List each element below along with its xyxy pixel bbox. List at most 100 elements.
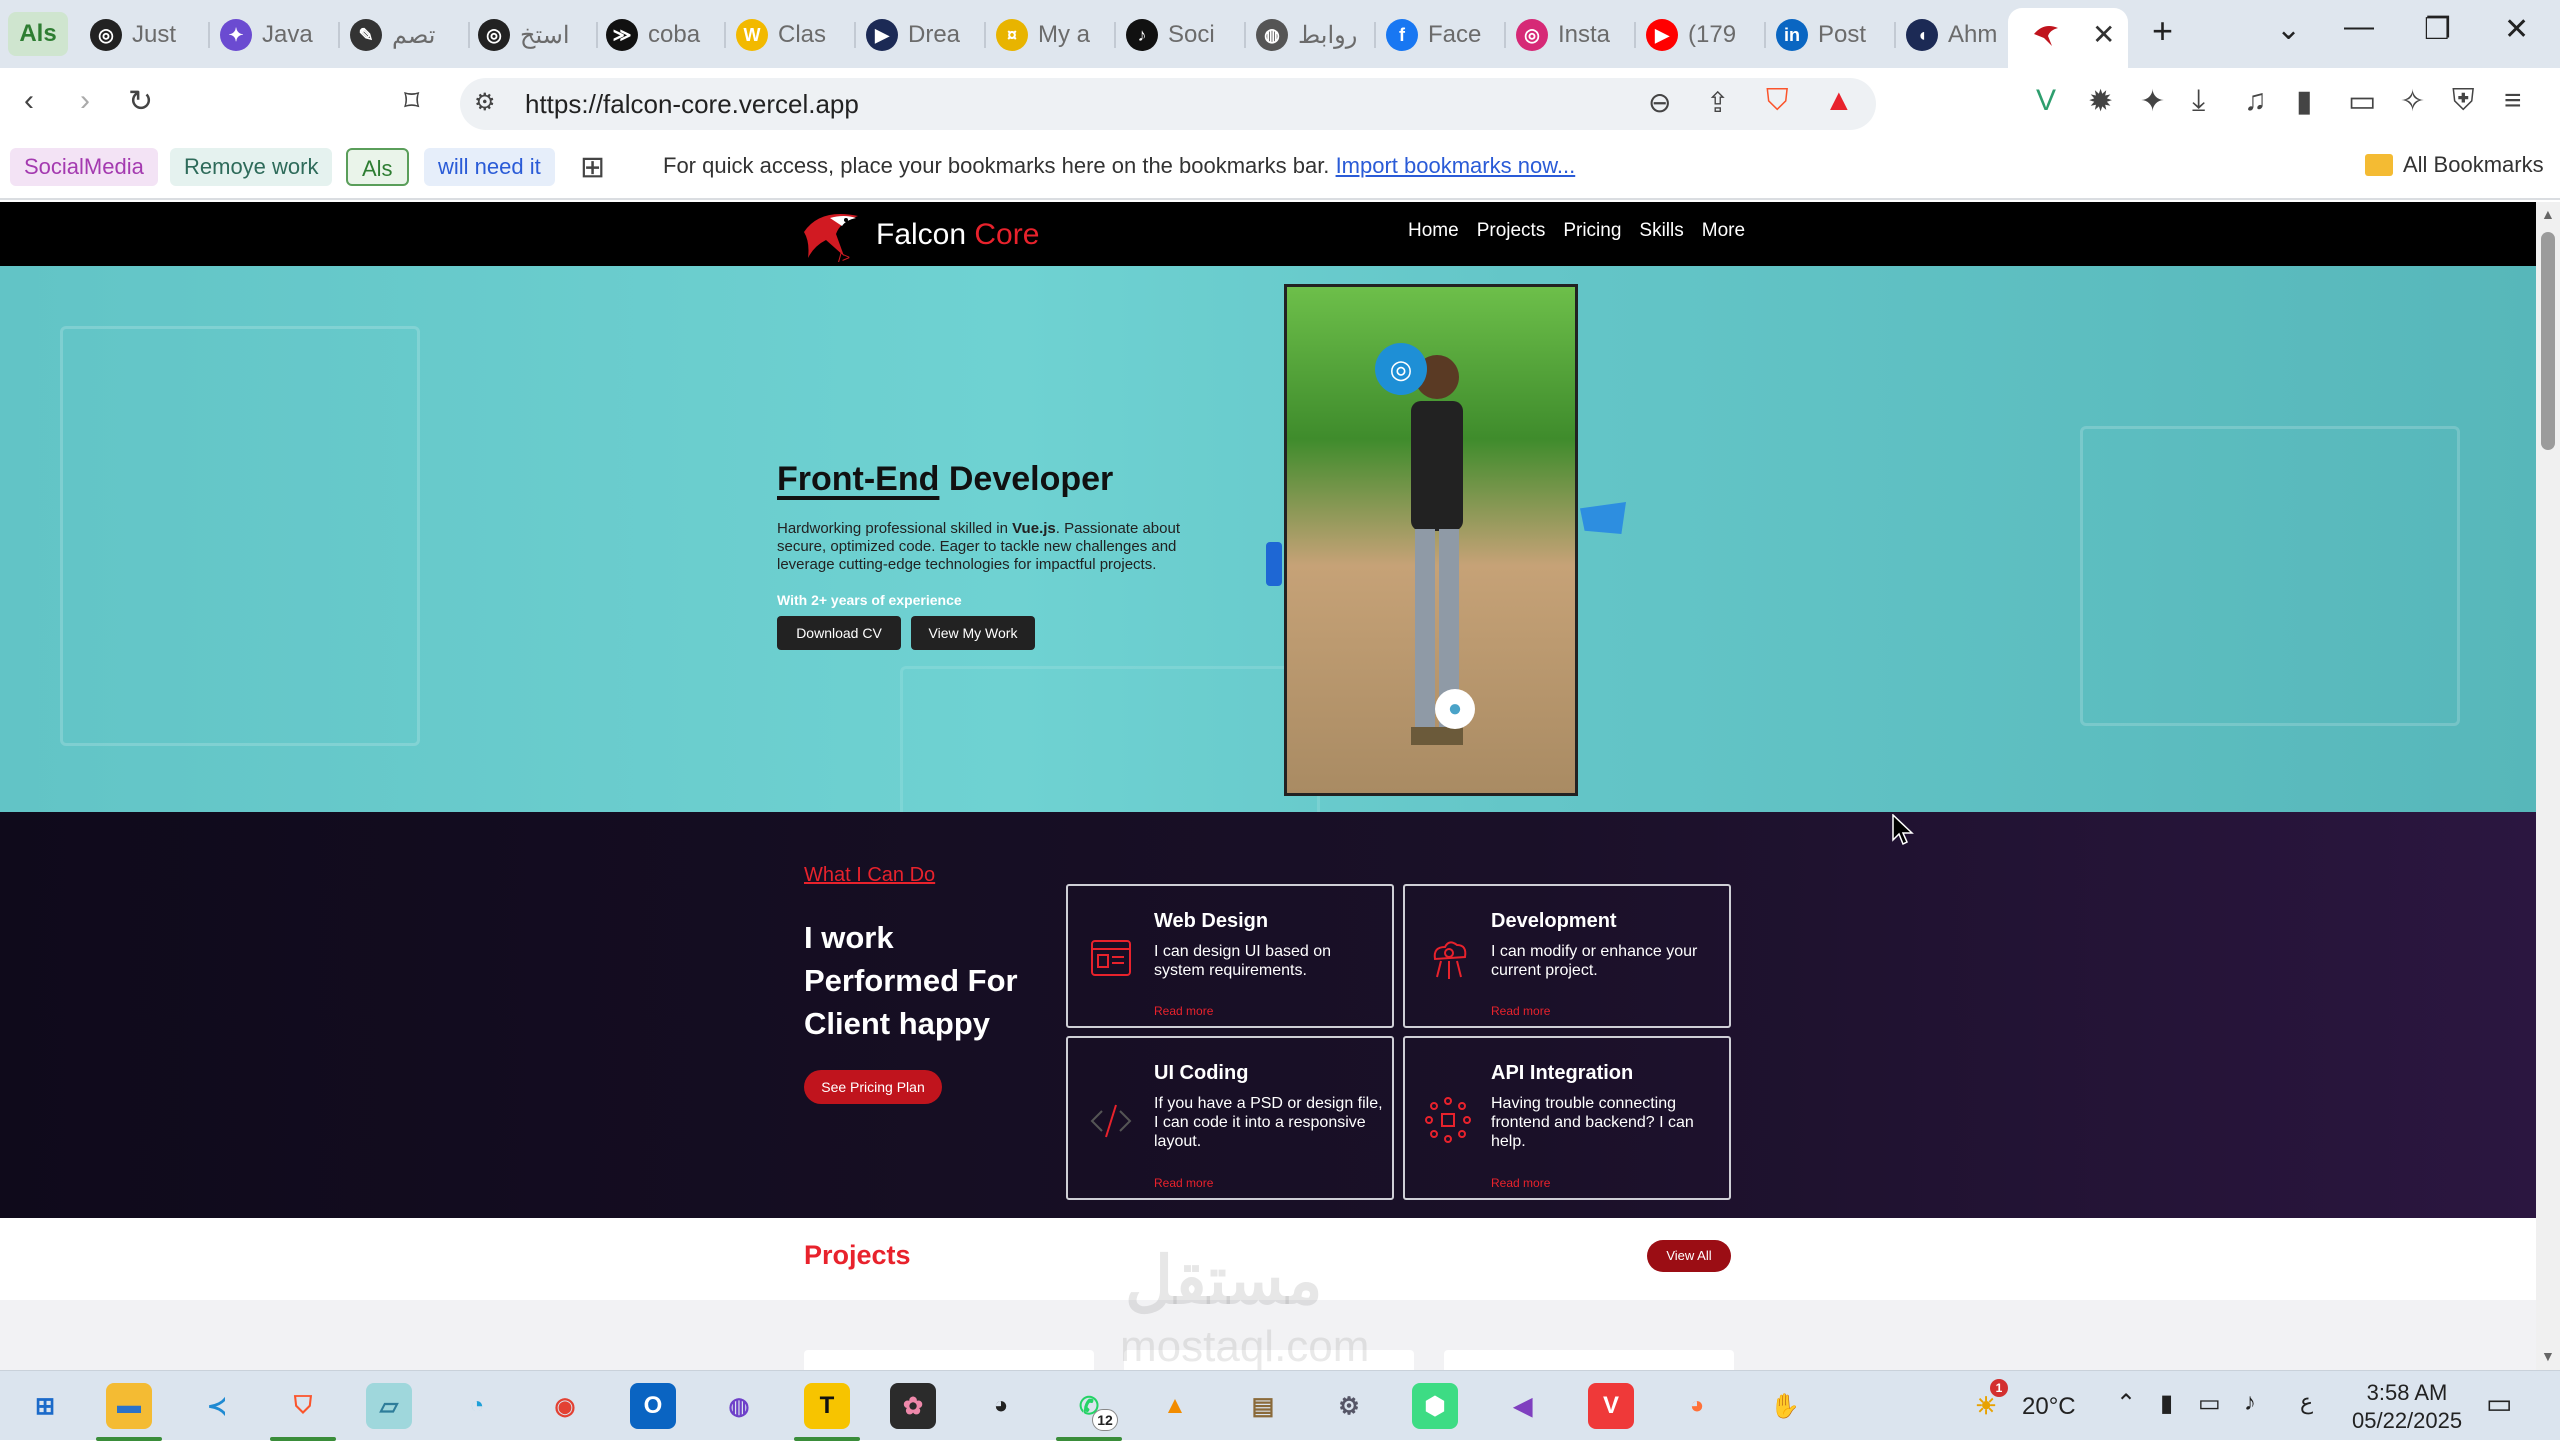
tray-clock[interactable]: 3:58 AM 05/22/2025	[2352, 1379, 2462, 1435]
tab-2[interactable]: ✦ Java	[220, 12, 332, 58]
tab-search-chevron-icon[interactable]: ⌄	[2276, 12, 2301, 47]
project-card[interactable]	[804, 1350, 1094, 1370]
tab-14[interactable]: in Post	[1776, 12, 1888, 58]
firefox-icon[interactable]: ◕	[1674, 1383, 1720, 1429]
bookmark-icon[interactable]: ⌑	[404, 84, 419, 119]
visual-studio-icon[interactable]: ◀	[1500, 1383, 1546, 1429]
address-bar[interactable]: ⚙ https://falcon-core.vercel.app ⊖ ⇪ ⛉ ▲	[460, 78, 1876, 130]
nav-pricing[interactable]: Pricing	[1563, 220, 1621, 242]
scroll-up-icon[interactable]: ▲	[2541, 206, 2555, 222]
outlook-icon[interactable]: O	[630, 1383, 676, 1429]
bookmark-folder-2[interactable]: Als	[346, 148, 409, 186]
scroll-down-icon[interactable]: ▼	[2541, 1348, 2555, 1364]
nav-home[interactable]: Home	[1408, 220, 1459, 242]
site-settings-icon[interactable]: ⚙	[474, 88, 496, 117]
notifications-icon[interactable]: ▭	[2486, 1387, 2512, 1420]
winrar-icon[interactable]: ▤	[1240, 1383, 1286, 1429]
file-explorer-icon[interactable]: ▬	[106, 1383, 152, 1429]
read-more-link[interactable]: Read more	[1154, 1176, 1213, 1190]
linkedin-float-icon[interactable]	[1266, 542, 1282, 586]
android-studio-icon[interactable]: ⬢	[1412, 1383, 1458, 1429]
all-bookmarks-button[interactable]: All Bookmarks	[2365, 152, 2544, 178]
github-float-icon[interactable]: ●	[1435, 689, 1475, 729]
chrome-icon[interactable]: ◉	[542, 1383, 588, 1429]
wallet-icon[interactable]: ▭	[2348, 84, 2376, 119]
obs-icon[interactable]: ◕	[978, 1383, 1024, 1429]
nav-projects[interactable]: Projects	[1477, 220, 1546, 242]
brave-rewards-icon[interactable]: ▲	[1824, 84, 1854, 118]
service-card-ui-coding[interactable]: UI Coding If you have a PSD or design fil…	[1066, 1036, 1394, 1200]
zoom-out-icon[interactable]: ⊖	[1648, 86, 1671, 119]
service-card-web-design[interactable]: Web Design I can design UI based on syste…	[1066, 884, 1394, 1028]
nav-more[interactable]: More	[1702, 220, 1745, 242]
menu-icon[interactable]: ≡	[2504, 84, 2522, 118]
falcon-app-icon[interactable]: ✋	[1762, 1383, 1808, 1429]
read-more-link[interactable]: Read more	[1491, 1176, 1550, 1190]
volume-icon[interactable]: ♪	[2244, 1389, 2256, 1417]
tab-3[interactable]: ✎ تصم	[350, 12, 462, 58]
nav-skills[interactable]: Skills	[1639, 220, 1683, 242]
whatsapp-icon[interactable]: ✆ 12	[1066, 1383, 1118, 1431]
vivaldi-icon[interactable]: V	[1588, 1383, 1634, 1429]
edge-icon[interactable]: ◔	[454, 1383, 500, 1429]
brave-shield-icon[interactable]: ⛉	[1766, 84, 1789, 118]
apps-grid-icon[interactable]: ⊞	[580, 150, 605, 185]
tab-6[interactable]: W Clas	[736, 12, 848, 58]
davinci-icon[interactable]: ✿	[890, 1383, 936, 1429]
minimize-button[interactable]: —	[2344, 10, 2374, 44]
network-icon[interactable]: ▭	[2198, 1389, 2221, 1418]
read-more-link[interactable]: Read more	[1154, 1004, 1213, 1018]
tab-7[interactable]: ▶ Drea	[866, 12, 978, 58]
notes-icon[interactable]: ▱	[366, 1383, 412, 1429]
close-tab-icon[interactable]: ✕	[2092, 18, 2115, 51]
tab-active-falcon-core[interactable]: ✕	[2008, 8, 2128, 68]
weather-icon[interactable]: ☀ 1	[1966, 1379, 2008, 1429]
page-scrollbar[interactable]: ▲ ▼	[2536, 202, 2560, 1370]
vue-devtools-icon[interactable]: V	[2036, 84, 2056, 118]
control-panel-icon[interactable]: ⚙	[1326, 1383, 1372, 1429]
forward-icon[interactable]: ›	[80, 84, 90, 118]
brave-icon[interactable]: ⛉	[280, 1383, 326, 1429]
sublime-icon[interactable]: T	[804, 1383, 850, 1429]
tab-10[interactable]: ◍ روابط	[1256, 12, 1368, 58]
download-cv-button[interactable]: Download CV	[777, 616, 901, 650]
tab-15[interactable]: ◖ Ahm	[1906, 12, 2018, 58]
tab-9[interactable]: ♪ Soci	[1126, 12, 1238, 58]
extensions-icon[interactable]: ✦	[2140, 84, 2165, 119]
tab-1[interactable]: ◎ Just	[90, 12, 202, 58]
microphone-icon[interactable]: ▮	[2160, 1389, 2173, 1418]
vlc-icon[interactable]: ▲	[1152, 1383, 1198, 1429]
read-more-link[interactable]: Read more	[1491, 1004, 1550, 1018]
instagram-float-icon[interactable]: ◎	[1375, 343, 1427, 395]
see-pricing-plan-button[interactable]: See Pricing Plan	[804, 1070, 942, 1104]
github-desktop-icon[interactable]: ◍	[716, 1383, 762, 1429]
service-card-api-integration[interactable]: API Integration Having trouble connecting…	[1403, 1036, 1731, 1200]
bookmark-folder-1[interactable]: Remoye work	[170, 148, 333, 186]
project-card[interactable]	[1444, 1350, 1734, 1370]
maximize-button[interactable]: ❐	[2424, 12, 2451, 47]
services-kicker[interactable]: What I Can Do	[804, 864, 935, 887]
tab-5[interactable]: ≫ coba	[606, 12, 718, 58]
share-icon[interactable]: ⇪	[1706, 86, 1729, 119]
vpn-icon[interactable]: ⛨	[2452, 84, 2475, 118]
start-icon[interactable]: ⊞	[22, 1383, 68, 1429]
close-window-button[interactable]: ✕	[2504, 12, 2529, 47]
tab-8[interactable]: ¤ My a	[996, 12, 1108, 58]
leo-ai-icon[interactable]: ✧	[2400, 84, 2425, 119]
tab-11[interactable]: f Face	[1386, 12, 1498, 58]
tab-12[interactable]: ◎ Insta	[1516, 12, 1628, 58]
url-text[interactable]: https://falcon-core.vercel.app	[525, 89, 859, 120]
back-icon[interactable]: ‹	[24, 84, 34, 118]
tab-13[interactable]: ▶ (179	[1646, 12, 1758, 58]
bookmark-folder-0[interactable]: SocialMedia	[10, 148, 158, 186]
download-icon[interactable]: ⤓	[2192, 84, 2205, 118]
tab-4[interactable]: ◎ استخ	[478, 12, 590, 58]
reload-icon[interactable]: ↻	[128, 84, 153, 119]
mail-float-icon[interactable]	[1580, 502, 1626, 534]
scrollbar-thumb[interactable]	[2541, 232, 2555, 450]
bug-icon[interactable]: ✹	[2088, 84, 2113, 119]
import-bookmarks-link[interactable]: Import bookmarks now...	[1336, 153, 1576, 178]
vscode-icon[interactable]: ≺	[194, 1383, 240, 1429]
sidebar-icon[interactable]: ▮	[2296, 84, 2313, 119]
view-all-projects-button[interactable]: View All	[1647, 1240, 1731, 1272]
